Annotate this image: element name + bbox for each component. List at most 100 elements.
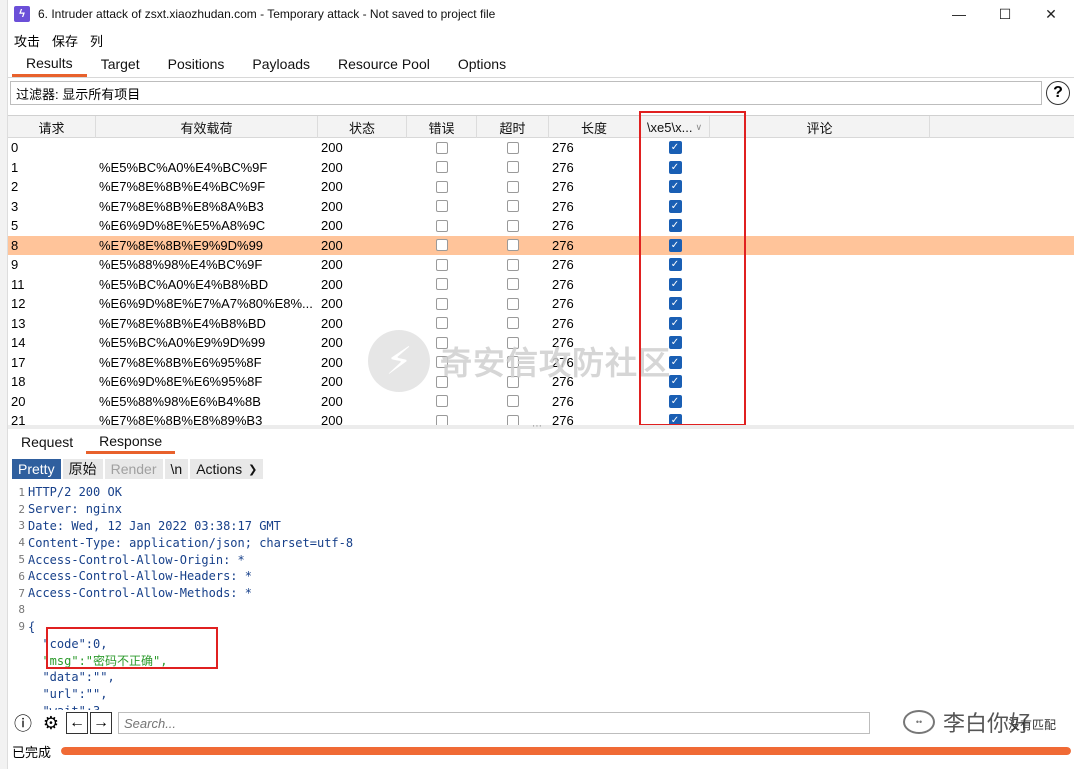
table-row[interactable]: 5 %E6%9D%8E%E5%A8%9C 200 276 ✓	[8, 216, 1074, 236]
cell-length: 276	[552, 413, 574, 425]
match-count: 没有匹配	[1008, 718, 1057, 732]
cell-status: 200	[321, 237, 343, 253]
gear-icon[interactable]: ⚙	[38, 711, 64, 735]
help-circle-icon[interactable]: ⓘ	[10, 711, 36, 735]
unchecked-checkbox-icon	[507, 278, 519, 291]
column-header-payload[interactable]: 有效载荷	[96, 116, 318, 138]
pretty-button[interactable]: Pretty	[12, 459, 61, 479]
table-row[interactable]: 9 %E5%88%98%E4%BC%9F 200 276 ✓	[8, 255, 1074, 275]
response-line: 8	[8, 602, 1066, 619]
splitter-grip-icon: ⋯	[532, 421, 542, 432]
response-line: 5 Access-Control-Allow-Origin: *	[8, 551, 1066, 568]
response-line: 6 Access-Control-Allow-Headers: *	[8, 568, 1066, 585]
actions-dropdown[interactable]: Actions ❯	[190, 459, 264, 479]
unchecked-checkbox-icon	[436, 414, 448, 425]
render-button[interactable]: Render	[104, 459, 163, 479]
tab-payloads[interactable]: Payloads	[238, 56, 324, 77]
annotation-box-grep-column	[639, 111, 746, 426]
unchecked-checkbox-icon	[507, 297, 519, 310]
cell-timeout	[477, 197, 549, 217]
cell-length: 276	[552, 237, 574, 253]
line-number: 4	[18, 536, 25, 550]
line-number: 8	[18, 603, 25, 617]
tab-resource-pool[interactable]: Resource Pool	[324, 56, 444, 77]
cell-error	[407, 177, 477, 197]
line-text: "url":"",	[28, 686, 108, 701]
cell-error	[407, 197, 477, 217]
newline-toggle-button[interactable]: \n	[164, 459, 189, 479]
cell-length: 276	[552, 179, 574, 195]
cell-request: 1	[11, 159, 19, 175]
next-arrow-icon[interactable]: →	[90, 712, 112, 734]
cell-error	[407, 275, 477, 295]
cell-request: 9	[11, 257, 19, 273]
tab-response[interactable]: Response	[86, 433, 176, 454]
minimize-button[interactable]: —	[936, 0, 982, 28]
unchecked-checkbox-icon	[507, 180, 519, 193]
close-button[interactable]: ✕	[1028, 0, 1074, 28]
tab-results[interactable]: Results	[12, 55, 87, 77]
filter-field[interactable]: 过滤器: 显示所有项目	[10, 81, 1042, 105]
unchecked-checkbox-icon	[436, 161, 448, 174]
watermark: ⚡ 奇安信攻防社区	[368, 330, 671, 392]
column-header-status[interactable]: 状态	[318, 116, 407, 138]
cell-status: 200	[321, 257, 343, 273]
table-row[interactable]: 20 %E5%88%98%E6%B4%8B 200 276 ✓	[8, 392, 1074, 412]
response-line: 1 HTTP/2 200 OK	[8, 484, 1066, 501]
menu-attack[interactable]: 攻击	[14, 31, 40, 50]
column-header-length[interactable]: 长度	[549, 116, 640, 138]
menu-columns[interactable]: 列	[90, 31, 103, 50]
unchecked-checkbox-icon	[507, 395, 519, 408]
line-number: 1	[18, 485, 25, 499]
table-row[interactable]: 8 %E7%8E%8B%E9%9D%99 200 276 ✓	[8, 235, 1074, 256]
cell-error	[407, 255, 477, 275]
cell-length: 276	[552, 140, 574, 156]
column-header-error[interactable]: 错误	[407, 116, 477, 138]
table-row[interactable]: 0 200 276 ✓	[8, 138, 1074, 158]
message-tabs: Request Response	[8, 430, 176, 454]
line-number: 3	[18, 519, 25, 533]
cell-error	[407, 236, 477, 256]
menu-save[interactable]: 保存	[52, 31, 78, 50]
cell-payload: %E7%8E%8B%E9%9D%99	[99, 237, 264, 253]
column-header-request[interactable]: 请求	[8, 116, 96, 138]
table-row[interactable]: 1 %E5%BC%A0%E4%BC%9F 200 276 ✓	[8, 158, 1074, 178]
cell-request: 12	[11, 296, 26, 312]
raw-button[interactable]: 原始	[62, 459, 103, 479]
response-viewer[interactable]: 1 HTTP/2 200 OK 2 Server: nginx 3 Date: Wed, …	[8, 484, 1066, 710]
cell-payload: %E5%BC%A0%E9%9D%99	[99, 335, 266, 351]
tab-target[interactable]: Target	[87, 56, 154, 77]
cell-payload: %E7%8E%8B%E4%B8%BD	[99, 315, 266, 331]
cell-length: 276	[552, 257, 574, 273]
line-text: HTTP/2 200 OK	[28, 485, 122, 500]
tab-request[interactable]: Request	[8, 434, 86, 454]
tab-options[interactable]: Options	[444, 56, 520, 77]
unchecked-checkbox-icon	[507, 200, 519, 213]
cell-error	[407, 392, 477, 412]
table-row[interactable]: 2 %E7%8E%8B%E4%BC%9F 200 276 ✓	[8, 177, 1074, 197]
cell-payload: %E7%8E%8B%E4%BC%9F	[99, 179, 266, 195]
unchecked-checkbox-icon	[507, 258, 519, 271]
help-icon[interactable]: ?	[1046, 81, 1070, 105]
filter-bar: 过滤器: 显示所有项目 ?	[8, 80, 1074, 106]
cell-payload: %E5%88%98%E4%BC%9F	[99, 257, 263, 273]
search-input[interactable]	[118, 712, 870, 734]
column-header-timeout[interactable]: 超时	[477, 116, 549, 138]
status-bar: 已完成	[8, 740, 1074, 762]
table-row[interactable]: 11 %E5%BC%A0%E4%B8%BD 200 276 ✓	[8, 275, 1074, 295]
cell-error	[407, 138, 477, 158]
table-row[interactable]: 3 %E7%8E%8B%E8%8A%B3 200 276 ✓	[8, 197, 1074, 217]
line-text: Access-Control-Allow-Origin: *	[28, 552, 245, 567]
previous-arrow-icon[interactable]: ←	[66, 712, 88, 734]
maximize-button[interactable]: ☐	[982, 0, 1028, 28]
unchecked-checkbox-icon	[436, 317, 448, 330]
table-row[interactable]: 12 %E6%9D%8E%E7%A7%80%E8%... 200 276 ✓	[8, 294, 1074, 314]
cell-request: 8	[11, 237, 19, 253]
tab-positions[interactable]: Positions	[154, 56, 239, 77]
progress-fill	[61, 747, 1072, 755]
cell-length: 276	[552, 198, 574, 214]
cell-payload: %E5%BC%A0%E4%B8%BD	[99, 276, 269, 292]
unchecked-checkbox-icon	[436, 239, 448, 252]
unchecked-checkbox-icon	[436, 395, 448, 408]
response-line: 4 Content-Type: application/json; charset…	[8, 534, 1066, 551]
